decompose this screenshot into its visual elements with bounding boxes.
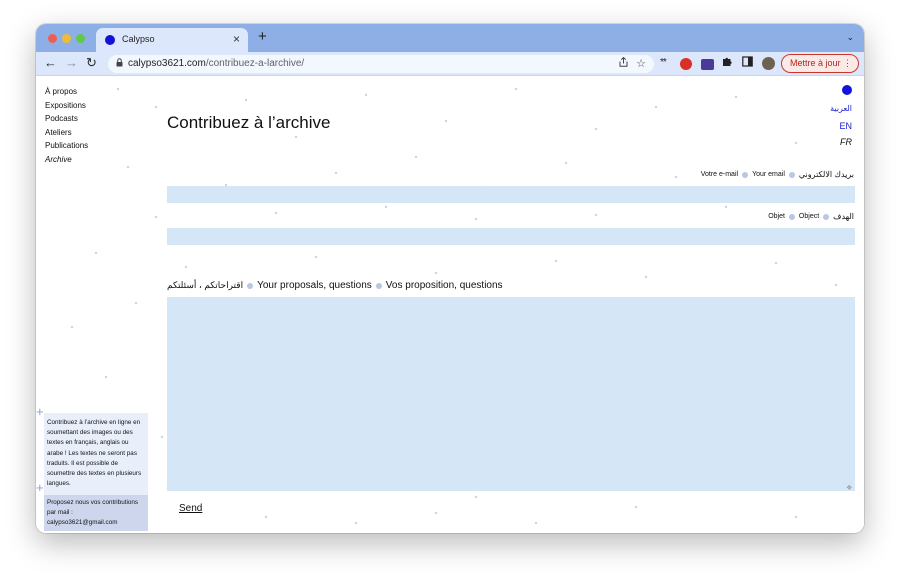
contact-text: Proposez nous vos contributions par mail…	[44, 495, 148, 532]
star-icon[interactable]: ☆	[636, 57, 646, 70]
tab-title: Calypso	[122, 34, 155, 44]
email-label-en: Your email	[752, 171, 785, 178]
nav-item-archive[interactable]: Archive	[45, 153, 88, 167]
red-extension-icon[interactable]	[680, 58, 692, 70]
menu-dots-icon[interactable]: ⋮	[843, 55, 852, 71]
forward-arrow-icon[interactable]: →	[65, 55, 78, 71]
message-label: اقتراحاتكم ، أسئلتكم Your proposals, que…	[167, 280, 503, 291]
separator-dot-icon	[742, 171, 749, 178]
email-label-ar: بريدك الالكتروني	[798, 170, 854, 179]
email-label-fr: Votre e-mail	[700, 171, 739, 178]
page-title: Contribuez à l’archive	[167, 113, 331, 132]
browser-window: Calypso × + ⌄ ← → ↻ calypso3621.com/cont…	[36, 24, 864, 533]
object-field[interactable]	[167, 228, 855, 245]
browser-toolbar: ← → ↻ calypso3621.com/contribuez-a-larch…	[36, 52, 864, 76]
url-text[interactable]: calypso3621.com/contribuez-a-larchive/	[128, 58, 304, 69]
email-field[interactable]	[167, 186, 855, 203]
update-label: Mettre à jour	[790, 58, 841, 68]
language-arabic-link[interactable]: العربية	[830, 104, 852, 113]
lock-icon[interactable]	[116, 58, 123, 69]
crosshair-icon: +	[36, 404, 44, 419]
tab-strip: Calypso × + ⌄	[36, 24, 864, 52]
object-label: Objet Object الهدف	[768, 212, 854, 221]
info-panel: Contribuez à l’archive en ligne en soume…	[44, 413, 148, 532]
separator-dot-icon	[788, 171, 795, 178]
url-domain: calypso3621.com	[128, 58, 206, 69]
maximize-window-button[interactable]	[76, 34, 85, 43]
puzzle-icon[interactable]	[722, 56, 733, 71]
message-label-fr: Vos proposition, questions	[385, 280, 503, 291]
home-dot-icon[interactable]	[842, 85, 852, 95]
nav-item-exhibitions[interactable]: Expositions	[45, 99, 88, 113]
page-content: À propos Expositions Podcasts Ateliers P…	[36, 77, 864, 533]
nav-item-publications[interactable]: Publications	[45, 139, 88, 153]
profile-avatar-icon[interactable]	[762, 57, 775, 70]
message-label-ar: اقتراحاتكم ، أسئلتكم	[167, 280, 244, 290]
url-path: /contribuez-a-larchive/	[205, 58, 305, 69]
language-french-link[interactable]: FR	[840, 137, 852, 147]
mail-extension-icon[interactable]	[701, 59, 714, 70]
tab-search-icon[interactable]: ⌄	[846, 32, 854, 43]
tab-close-icon[interactable]: ×	[233, 32, 240, 46]
main-nav: À propos Expositions Podcasts Ateliers P…	[45, 85, 88, 166]
reload-icon[interactable]: ↻	[86, 55, 97, 71]
separator-dot-icon	[823, 213, 830, 220]
side-panel-icon[interactable]	[742, 56, 753, 71]
crosshair-icon: +	[36, 480, 44, 495]
update-button[interactable]: Mettre à jour ⋮	[781, 54, 859, 73]
send-button[interactable]: Send	[179, 503, 202, 514]
object-label-en: Object	[798, 213, 820, 220]
language-english-link[interactable]: EN	[839, 121, 852, 131]
object-label-fr: Objet	[768, 213, 785, 220]
password-extension-icon[interactable]: **	[660, 56, 667, 70]
new-tab-button[interactable]: +	[258, 28, 267, 46]
nav-item-about[interactable]: À propos	[45, 85, 88, 99]
nav-item-podcasts[interactable]: Podcasts	[45, 112, 88, 126]
favicon-icon	[105, 35, 115, 45]
info-text: Contribuez à l’archive en ligne en soume…	[47, 419, 142, 488]
back-arrow-icon[interactable]: ←	[44, 55, 57, 71]
nav-item-workshops[interactable]: Ateliers	[45, 126, 88, 140]
minimize-window-button[interactable]	[62, 34, 71, 43]
message-textarea[interactable]	[167, 297, 855, 491]
browser-tab[interactable]: Calypso ×	[96, 28, 248, 52]
separator-dot-icon	[375, 282, 382, 289]
email-label: Votre e-mail Your email بريدك الالكتروني	[701, 170, 854, 179]
separator-dot-icon	[247, 282, 254, 289]
separator-dot-icon	[788, 213, 795, 220]
address-bar[interactable]: calypso3621.com/contribuez-a-larchive/ ☆	[108, 55, 654, 73]
close-window-button[interactable]	[48, 34, 57, 43]
message-label-en: Your proposals, questions	[257, 280, 372, 291]
object-label-ar: الهدف	[833, 212, 854, 221]
share-icon[interactable]	[619, 56, 628, 70]
